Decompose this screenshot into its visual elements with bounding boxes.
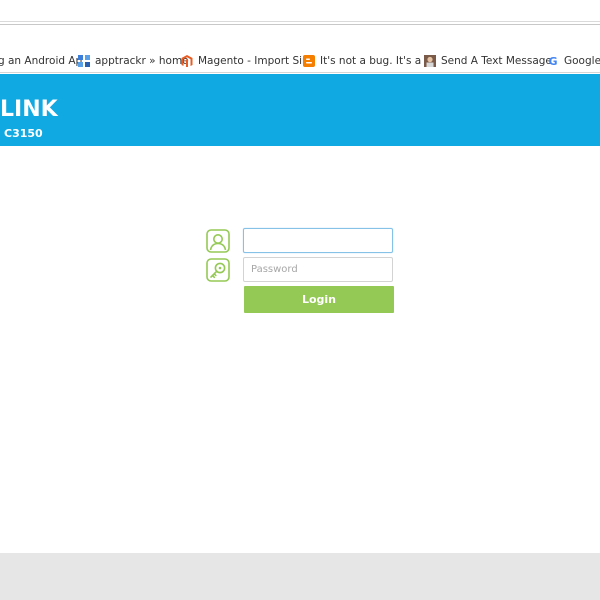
bookmark-item[interactable]: G Google [547, 49, 600, 72]
apptrackr-icon [78, 55, 90, 67]
username-field[interactable] [243, 228, 393, 253]
google-icon: G [547, 55, 559, 67]
password-field[interactable] [243, 257, 393, 282]
bookmark-label: It's not a bug. It's a fe [320, 55, 435, 67]
login-button[interactable]: Login [244, 286, 394, 313]
divider [0, 21, 600, 22]
bookmark-item[interactable]: Send A Text Message [424, 49, 552, 72]
browser-chrome [0, 0, 600, 48]
bookmarks-bar: g an Android Ap apptrackr » home Magento… [0, 49, 600, 73]
bookmark-label: Send A Text Message [441, 55, 552, 67]
brand-logo: LINK [0, 97, 58, 122]
magento-icon [181, 55, 193, 67]
portrait-icon [424, 55, 436, 67]
bookmark-item[interactable]: It's not a bug. It's a fe [303, 49, 435, 72]
bookmark-label: Google [564, 55, 600, 67]
blogger-icon [303, 55, 315, 67]
divider [0, 24, 600, 25]
user-icon [206, 229, 230, 253]
bookmark-item[interactable]: apptrackr » home [78, 49, 189, 72]
router-header: LINK C3150 [0, 74, 600, 146]
svg-text:G: G [548, 55, 557, 67]
bookmark-label: apptrackr » home [95, 55, 189, 67]
model-label: C3150 [4, 127, 43, 140]
login-form: Login [206, 227, 396, 317]
bookmark-item[interactable]: g an Android Ap [0, 49, 83, 72]
key-icon [206, 258, 230, 282]
bookmark-item[interactable]: Magento - Import Sin [181, 49, 309, 72]
footer-bar [0, 553, 600, 600]
bookmark-label: g an Android Ap [0, 55, 83, 67]
bookmark-label: Magento - Import Sin [198, 55, 309, 67]
